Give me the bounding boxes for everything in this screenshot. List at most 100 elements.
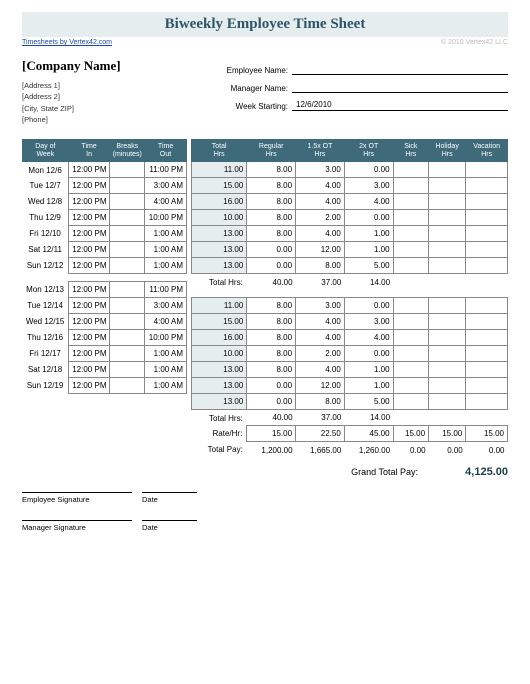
hol-cell[interactable]	[429, 330, 466, 346]
break-cell[interactable]	[110, 282, 145, 298]
hol-cell[interactable]	[429, 394, 466, 410]
sick-cell[interactable]	[393, 194, 428, 210]
time-out-cell[interactable]: 1:00 AM	[145, 362, 187, 378]
tot-cell[interactable]: 10.00	[192, 210, 247, 226]
vac-cell[interactable]	[466, 226, 508, 242]
employee-name-input[interactable]	[292, 64, 508, 75]
tot-cell[interactable]: 10.00	[192, 346, 247, 362]
ot15-cell[interactable]: 8.00	[296, 258, 345, 274]
summary-hol[interactable]: 15.00	[429, 426, 466, 442]
hol-cell[interactable]	[429, 242, 466, 258]
time-out-cell[interactable]: 1:00 AM	[145, 378, 187, 394]
sick-cell[interactable]	[393, 298, 428, 314]
ot2-cell[interactable]: 1.00	[344, 242, 393, 258]
hol-cell[interactable]	[429, 258, 466, 274]
vac-cell[interactable]	[466, 362, 508, 378]
summary-sick[interactable]: 15.00	[393, 426, 428, 442]
time-out-cell[interactable]: 4:00 AM	[145, 314, 187, 330]
tot-cell[interactable]: 11.00	[192, 162, 247, 178]
time-in-cell[interactable]: 12:00 PM	[68, 330, 110, 346]
sick-cell[interactable]	[393, 314, 428, 330]
sick-cell[interactable]	[393, 162, 428, 178]
ot15-cell[interactable]: 4.00	[296, 226, 345, 242]
tot-cell[interactable]: 13.00	[192, 394, 247, 410]
reg-cell[interactable]: 0.00	[247, 258, 296, 274]
ot2-cell[interactable]: 5.00	[344, 394, 393, 410]
break-cell[interactable]	[110, 258, 145, 274]
sick-cell[interactable]	[393, 330, 428, 346]
ot15-cell[interactable]: 3.00	[296, 162, 345, 178]
reg-cell[interactable]: 8.00	[247, 210, 296, 226]
time-out-cell[interactable]: 10:00 PM	[145, 210, 187, 226]
time-in-cell[interactable]: 12:00 PM	[68, 362, 110, 378]
break-cell[interactable]	[110, 178, 145, 194]
ot2-cell[interactable]: 1.00	[344, 226, 393, 242]
time-in-cell[interactable]: 12:00 PM	[68, 242, 110, 258]
ot15-cell[interactable]: 12.00	[296, 378, 345, 394]
vac-cell[interactable]	[466, 162, 508, 178]
summary-reg[interactable]: 15.00	[247, 426, 296, 442]
time-in-cell[interactable]: 12:00 PM	[68, 194, 110, 210]
time-out-cell[interactable]: 11:00 PM	[145, 282, 187, 298]
ot2-cell[interactable]: 1.00	[344, 378, 393, 394]
vac-cell[interactable]	[466, 178, 508, 194]
vac-cell[interactable]	[466, 258, 508, 274]
break-cell[interactable]	[110, 226, 145, 242]
ot2-cell[interactable]: 0.00	[344, 162, 393, 178]
time-out-cell[interactable]: 1:00 AM	[145, 226, 187, 242]
tot-cell[interactable]: 13.00	[192, 378, 247, 394]
reg-cell[interactable]: 8.00	[247, 330, 296, 346]
sick-cell[interactable]	[393, 258, 428, 274]
ot15-cell[interactable]: 2.00	[296, 210, 345, 226]
time-in-cell[interactable]: 12:00 PM	[68, 346, 110, 362]
hol-cell[interactable]	[429, 378, 466, 394]
time-out-cell[interactable]: 10:00 PM	[145, 330, 187, 346]
time-in-cell[interactable]: 12:00 PM	[68, 226, 110, 242]
break-cell[interactable]	[110, 314, 145, 330]
vac-cell[interactable]	[466, 298, 508, 314]
time-in-cell[interactable]: 12:00 PM	[68, 298, 110, 314]
time-in-cell[interactable]: 12:00 PM	[68, 378, 110, 394]
ot15-cell[interactable]: 8.00	[296, 394, 345, 410]
tot-cell[interactable]: 15.00	[192, 314, 247, 330]
ot2-cell[interactable]: 3.00	[344, 178, 393, 194]
ot15-cell[interactable]: 4.00	[296, 194, 345, 210]
ot2-cell[interactable]: 4.00	[344, 330, 393, 346]
ot2-cell[interactable]: 0.00	[344, 298, 393, 314]
manager-name-input[interactable]	[292, 82, 508, 93]
tot-cell[interactable]: 13.00	[192, 242, 247, 258]
vac-cell[interactable]	[466, 314, 508, 330]
vertex-link[interactable]: Timesheets by Vertex42.com	[22, 39, 112, 46]
ot15-cell[interactable]: 3.00	[296, 298, 345, 314]
time-in-cell[interactable]: 12:00 PM	[68, 282, 110, 298]
break-cell[interactable]	[110, 242, 145, 258]
break-cell[interactable]	[110, 162, 145, 178]
ot2-cell[interactable]: 3.00	[344, 314, 393, 330]
time-in-cell[interactable]: 12:00 PM	[68, 258, 110, 274]
reg-cell[interactable]: 8.00	[247, 162, 296, 178]
summary-ot15[interactable]: 22.50	[296, 426, 345, 442]
reg-cell[interactable]: 8.00	[247, 194, 296, 210]
reg-cell[interactable]: 8.00	[247, 346, 296, 362]
reg-cell[interactable]: 8.00	[247, 298, 296, 314]
vac-cell[interactable]	[466, 378, 508, 394]
hol-cell[interactable]	[429, 226, 466, 242]
ot2-cell[interactable]: 1.00	[344, 362, 393, 378]
tot-cell[interactable]: 13.00	[192, 226, 247, 242]
break-cell[interactable]	[110, 362, 145, 378]
vac-cell[interactable]	[466, 194, 508, 210]
break-cell[interactable]	[110, 210, 145, 226]
employee-date-line[interactable]: Date	[142, 492, 197, 504]
time-in-cell[interactable]: 12:00 PM	[68, 210, 110, 226]
ot2-cell[interactable]: 4.00	[344, 194, 393, 210]
ot15-cell[interactable]: 4.00	[296, 314, 345, 330]
vac-cell[interactable]	[466, 346, 508, 362]
summary-ot2[interactable]: 45.00	[344, 426, 393, 442]
reg-cell[interactable]: 8.00	[247, 178, 296, 194]
reg-cell[interactable]: 8.00	[247, 362, 296, 378]
vac-cell[interactable]	[466, 330, 508, 346]
ot2-cell[interactable]: 0.00	[344, 346, 393, 362]
ot15-cell[interactable]: 12.00	[296, 242, 345, 258]
ot2-cell[interactable]: 0.00	[344, 210, 393, 226]
reg-cell[interactable]: 8.00	[247, 226, 296, 242]
